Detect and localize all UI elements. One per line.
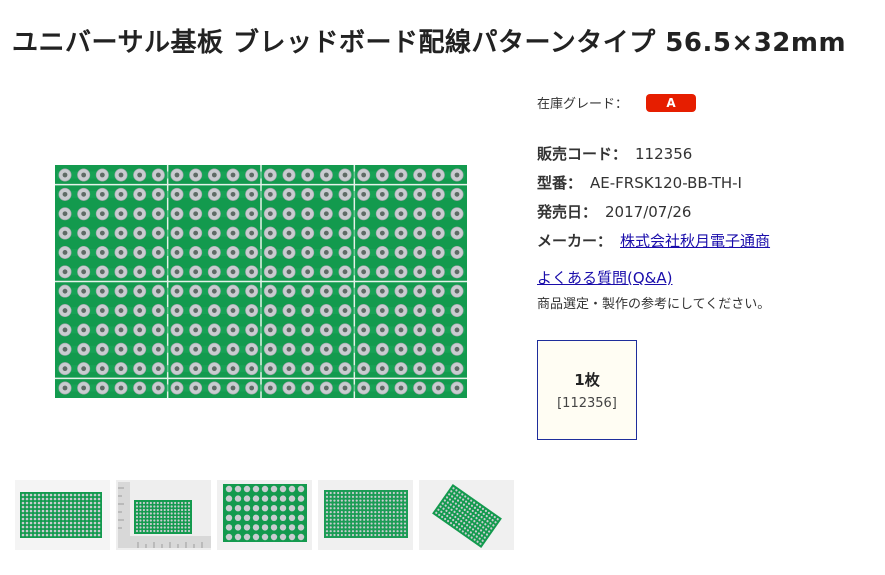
stock-grade-badge: A (646, 93, 697, 112)
maker-row: メーカー： 株式会社秋月電子通商 (537, 230, 770, 251)
stock-grade-label: 在庫グレード： (537, 97, 629, 112)
release-date-row: 発売日： 2017/07/26 (537, 201, 691, 222)
model-value: AE-FRSK120-BB-TH-I (590, 174, 742, 192)
sales-code-value: 112356 (635, 145, 693, 163)
thumbnail-strip (15, 480, 520, 550)
release-date-label: 発売日： (537, 203, 598, 221)
variant-quantity: 1枚 (574, 371, 600, 389)
sales-code-label: 販売コード： (537, 145, 628, 163)
pcb-board-image (55, 165, 467, 398)
faq-link[interactable]: よくある質問(Q&A) (537, 267, 672, 288)
sales-code-row: 販売コード： 112356 (537, 143, 692, 164)
thumbnail-pcb-front[interactable] (15, 480, 110, 550)
faq-note: 商品選定・製作の参考にしてください。 (537, 297, 771, 312)
thumbnail-pcb-closeup[interactable] (217, 480, 312, 550)
release-date-value: 2017/07/26 (605, 203, 692, 221)
variant-option[interactable]: 1枚 [112356] (537, 340, 637, 440)
variant-code: [112356] (557, 396, 617, 411)
product-title: ユニバーサル基板 ブレッドボード配線パターンタイプ 56.5×32mm (12, 28, 847, 58)
maker-link[interactable]: 株式会社秋月電子通商 (620, 232, 770, 250)
thumbnail-pcb-back[interactable] (318, 480, 413, 550)
model-label: 型番： (537, 174, 583, 192)
main-product-image[interactable] (55, 165, 467, 398)
maker-label: メーカー： (537, 232, 613, 250)
thumbnail-pcb-with-ruler[interactable] (116, 480, 211, 550)
thumbnail-pcb-angled[interactable] (419, 480, 514, 550)
model-row: 型番： AE-FRSK120-BB-TH-I (537, 172, 742, 193)
stock-grade-row: 在庫グレード： A (537, 93, 697, 112)
